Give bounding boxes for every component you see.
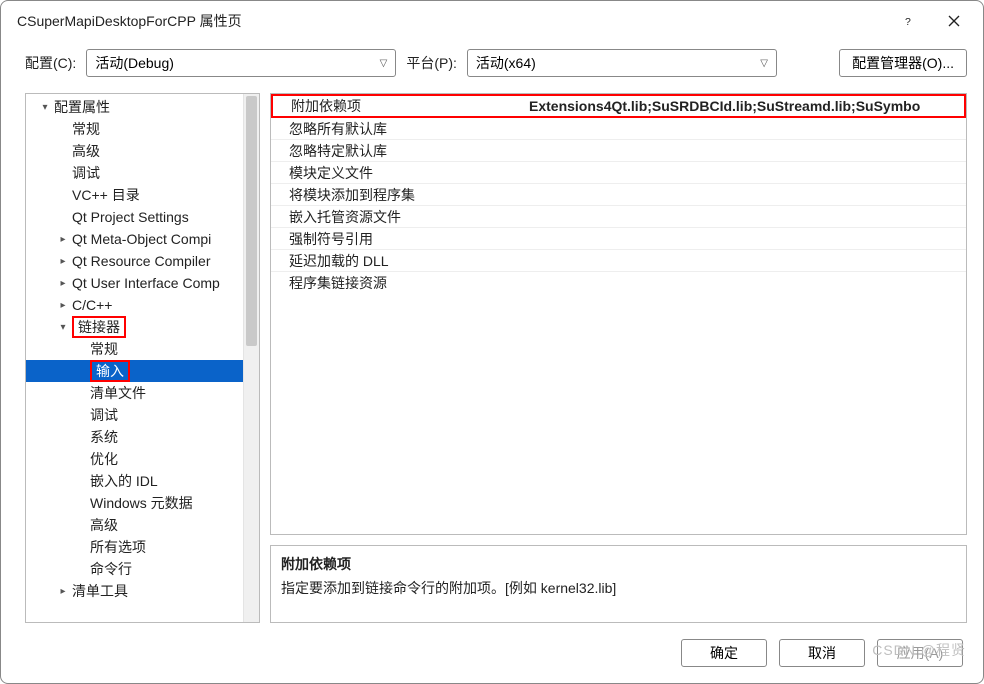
tree-item-4[interactable]: ▸Qt Project Settings (26, 206, 243, 228)
property-name: 强制符号引用 (271, 229, 521, 249)
property-name: 将模块添加到程序集 (271, 185, 521, 205)
platform-combo[interactable]: 活动(x64) ▽ (467, 49, 777, 77)
help-button[interactable]: ? (885, 1, 931, 41)
tree-linker-2[interactable]: ▸清单文件 (26, 382, 243, 404)
tree-linker-9[interactable]: ▸所有选项 (26, 536, 243, 558)
property-row[interactable]: 将模块添加到程序集 (271, 184, 966, 206)
property-name: 程序集链接资源 (271, 273, 521, 293)
tree-manifest[interactable]: ▸清单工具 (26, 580, 243, 602)
tree-linker-0[interactable]: ▸常规 (26, 338, 243, 360)
property-row[interactable]: 嵌入托管资源文件 (271, 206, 966, 228)
tree-linker-8[interactable]: ▸高级 (26, 514, 243, 536)
property-grid: 附加依赖项Extensions4Qt.lib;SuSRDBCId.lib;SuS… (270, 93, 967, 535)
window-title: CSuperMapiDesktopForCPP 属性页 (17, 11, 242, 31)
svg-text:?: ? (905, 16, 911, 27)
ok-button[interactable]: 确定 (681, 639, 767, 667)
arrow-right-icon: ▸ (56, 256, 70, 267)
tree-item-2[interactable]: ▸调试 (26, 162, 243, 184)
description-text: 指定要添加到链接命令行的附加项。[例如 kernel32.lib] (281, 578, 956, 598)
property-name: 忽略特定默认库 (271, 141, 521, 161)
arrow-right-icon: ▸ (56, 300, 70, 311)
property-row[interactable]: 忽略所有默认库 (271, 118, 966, 140)
property-row[interactable]: 程序集链接资源 (271, 272, 966, 294)
platform-label: 平台(P): (406, 53, 457, 73)
tree-item-6[interactable]: ▸Qt Resource Compiler (26, 250, 243, 272)
tree-linker-1[interactable]: ▸输入 (26, 360, 243, 382)
titlebar: CSuperMapiDesktopForCPP 属性页 ? (1, 1, 983, 41)
property-name: 嵌入托管资源文件 (271, 207, 521, 227)
property-name: 延迟加载的 DLL (271, 251, 521, 271)
config-combo[interactable]: 活动(Debug) ▽ (86, 49, 396, 77)
property-name: 模块定义文件 (271, 163, 521, 183)
description-panel: 附加依赖项 指定要添加到链接命令行的附加项。[例如 kernel32.lib] (270, 545, 967, 623)
property-name: 忽略所有默认库 (271, 119, 521, 139)
property-name: 附加依赖项 (273, 96, 523, 116)
scrollbar[interactable] (243, 94, 259, 622)
description-title: 附加依赖项 (281, 554, 956, 574)
apply-button[interactable]: 应用(A) (877, 639, 963, 667)
tree-linker-3[interactable]: ▸调试 (26, 404, 243, 426)
property-row[interactable]: 延迟加载的 DLL (271, 250, 966, 272)
tree-item-5[interactable]: ▸Qt Meta-Object Compi (26, 228, 243, 250)
arrow-down-icon: ▾ (56, 322, 70, 333)
property-row[interactable]: 忽略特定默认库 (271, 140, 966, 162)
config-label: 配置(C): (25, 53, 76, 73)
chevron-down-icon: ▽ (380, 58, 388, 69)
config-value: 活动(Debug) (95, 53, 174, 73)
tree-item-3[interactable]: ▸VC++ 目录 (26, 184, 243, 206)
tree-linker-5[interactable]: ▸优化 (26, 448, 243, 470)
property-row[interactable]: 强制符号引用 (271, 228, 966, 250)
property-row[interactable]: 附加依赖项Extensions4Qt.lib;SuSRDBCId.lib;SuS… (271, 94, 966, 118)
cancel-button[interactable]: 取消 (779, 639, 865, 667)
tree-item-1[interactable]: ▸高级 (26, 140, 243, 162)
arrow-right-icon: ▸ (56, 234, 70, 245)
chevron-down-icon: ▽ (760, 58, 768, 69)
tree-linker-6[interactable]: ▸嵌入的 IDL (26, 470, 243, 492)
tree-linker-7[interactable]: ▸Windows 元数据 (26, 492, 243, 514)
tree-item-7[interactable]: ▸Qt User Interface Comp (26, 272, 243, 294)
arrow-down-icon: ▾ (38, 102, 52, 113)
property-row[interactable]: 模块定义文件 (271, 162, 966, 184)
tree-item-0[interactable]: ▸常规 (26, 118, 243, 140)
platform-value: 活动(x64) (476, 53, 536, 73)
close-button[interactable] (931, 1, 977, 41)
property-value: Extensions4Qt.lib;SuSRDBCId.lib;SuStream… (523, 98, 964, 114)
tree-item-8[interactable]: ▸C/C++ (26, 294, 243, 316)
config-row: 配置(C): 活动(Debug) ▽ 平台(P): 活动(x64) ▽ 配置管理… (1, 41, 983, 93)
arrow-right-icon: ▸ (56, 278, 70, 289)
tree-linker-4[interactable]: ▸系统 (26, 426, 243, 448)
config-manager-button[interactable]: 配置管理器(O)... (839, 49, 967, 77)
nav-tree: ▾配置属性▸常规▸高级▸调试▸VC++ 目录▸Qt Project Settin… (25, 93, 260, 623)
tree-root[interactable]: ▾配置属性 (26, 96, 243, 118)
tree-linker-10[interactable]: ▸命令行 (26, 558, 243, 580)
dialog-footer: 确定 取消 应用(A) (1, 623, 983, 683)
arrow-right-icon: ▸ (56, 586, 70, 597)
tree-linker[interactable]: ▾链接器 (26, 316, 243, 338)
